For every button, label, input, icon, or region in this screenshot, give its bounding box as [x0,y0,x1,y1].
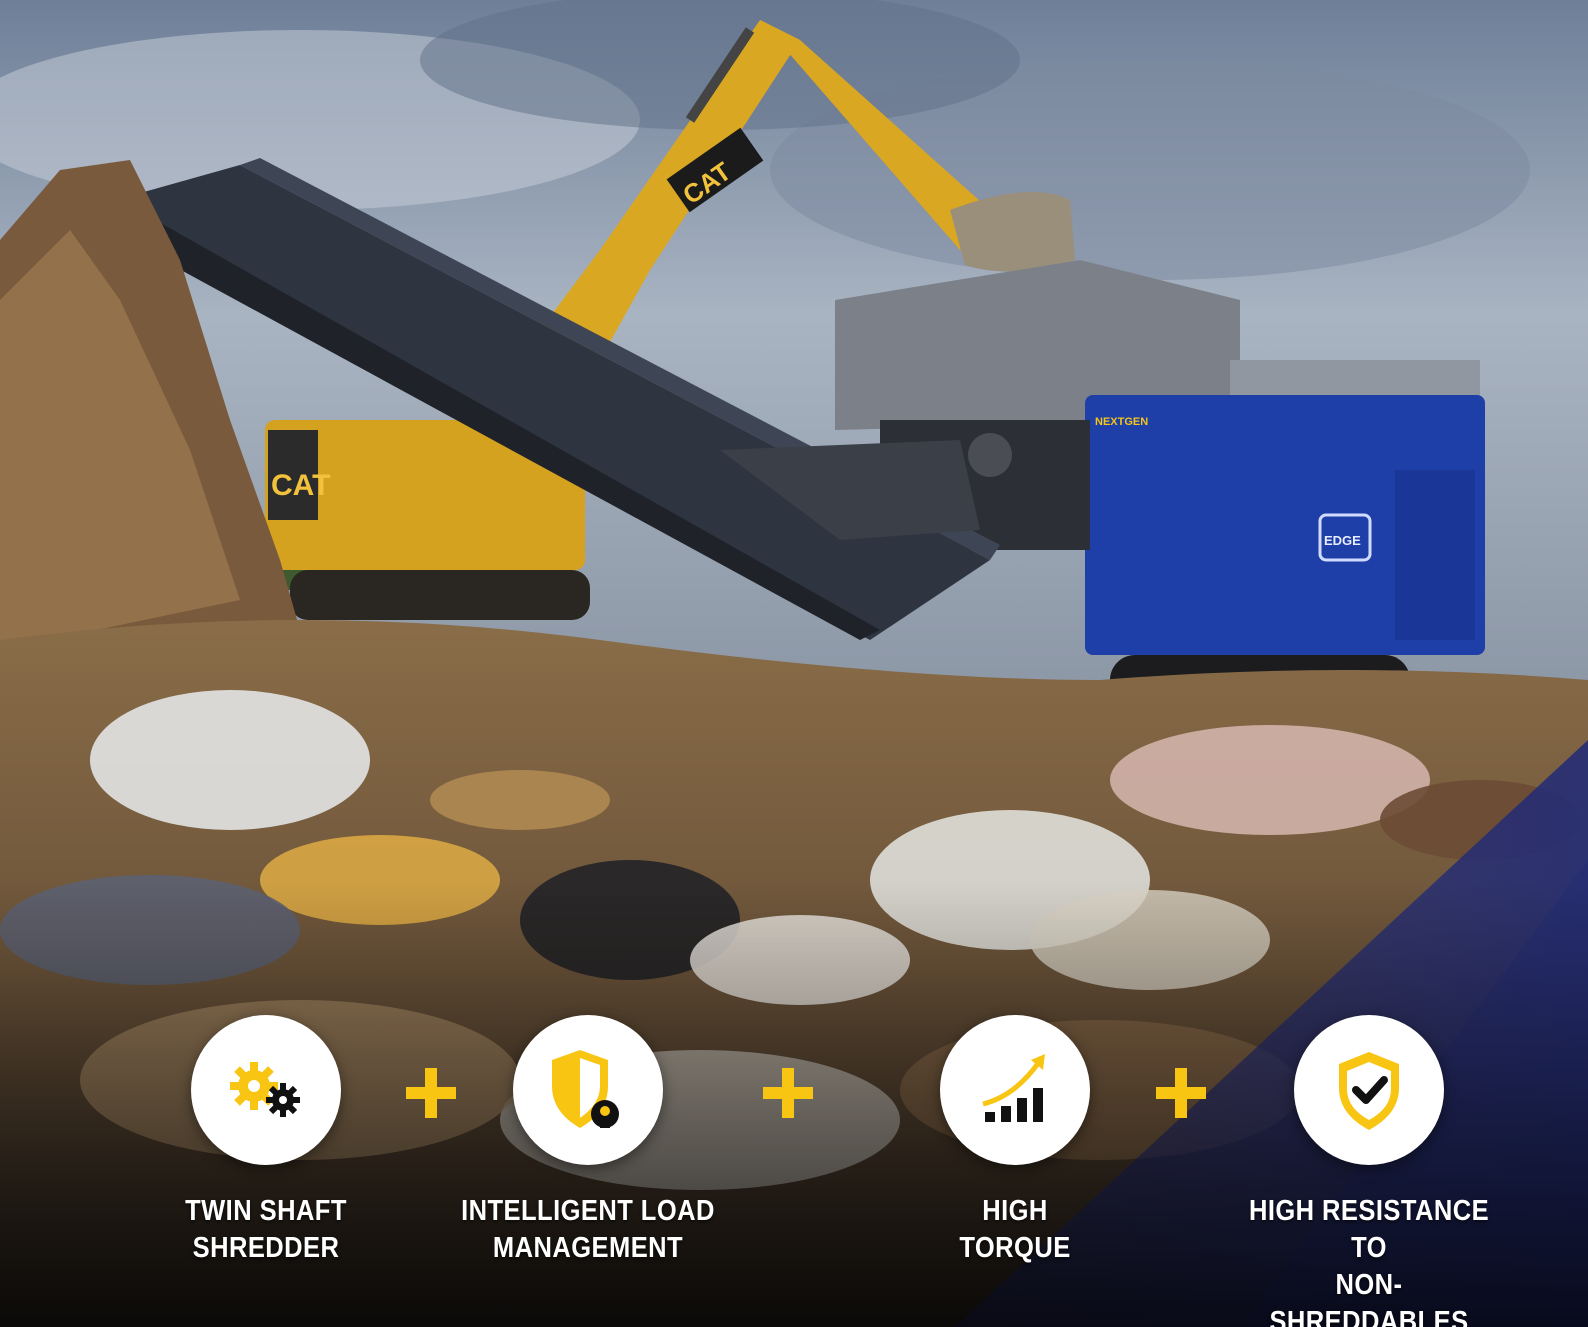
twin-shaft-gears-icon [230,1062,300,1117]
feature-row: TWIN SHAFT SHREDDER INTELLIGENT LOAD MAN… [0,0,1588,1327]
feature-label-line1: TWIN SHAFT [185,1195,347,1227]
feature-icon-circle [513,1015,663,1165]
feature-label-line1: HIGH RESISTANCE TO [1248,1195,1490,1264]
feature-high-torque: HIGH TORQUE [865,1015,1165,1267]
feature-label-line2: TORQUE [959,1232,1071,1264]
feature-label: TWIN SHAFT SHREDDER [134,1193,398,1267]
feature-label: INTELLIGENT LOAD MANAGEMENT [456,1193,720,1267]
shield-check-icon [1339,1052,1399,1130]
rising-bars-arrow-icon [982,1054,1045,1122]
feature-icon-circle [191,1015,341,1165]
feature-icon-circle [940,1015,1090,1165]
feature-twin-shaft-shredder: TWIN SHAFT SHREDDER [116,1015,416,1267]
feature-icon-circle [1294,1015,1444,1165]
feature-label-line2: MANAGEMENT [492,1232,684,1264]
feature-label: HIGH TORQUE [883,1193,1147,1267]
feature-label-line1: HIGH [982,1195,1048,1227]
feature-label-line1: INTELLIGENT LOAD [461,1195,715,1227]
plus-icon [1156,1068,1206,1118]
feature-high-resistance: HIGH RESISTANCE TO NON-SHREDDABLES [1219,1015,1519,1327]
hero-banner: CAT CAT EDGE NEXTGEN TWIN SHAFT SHREDDER… [0,0,1588,1327]
feature-intelligent-load-management: INTELLIGENT LOAD MANAGEMENT [438,1015,738,1267]
plus-icon [763,1068,813,1118]
feature-label: HIGH RESISTANCE TO NON-SHREDDABLES [1237,1193,1501,1327]
feature-label-line2: SHREDDER [192,1232,340,1264]
feature-label-line2: NON-SHREDDABLES [1269,1269,1469,1327]
shield-brain-icon [552,1050,619,1128]
